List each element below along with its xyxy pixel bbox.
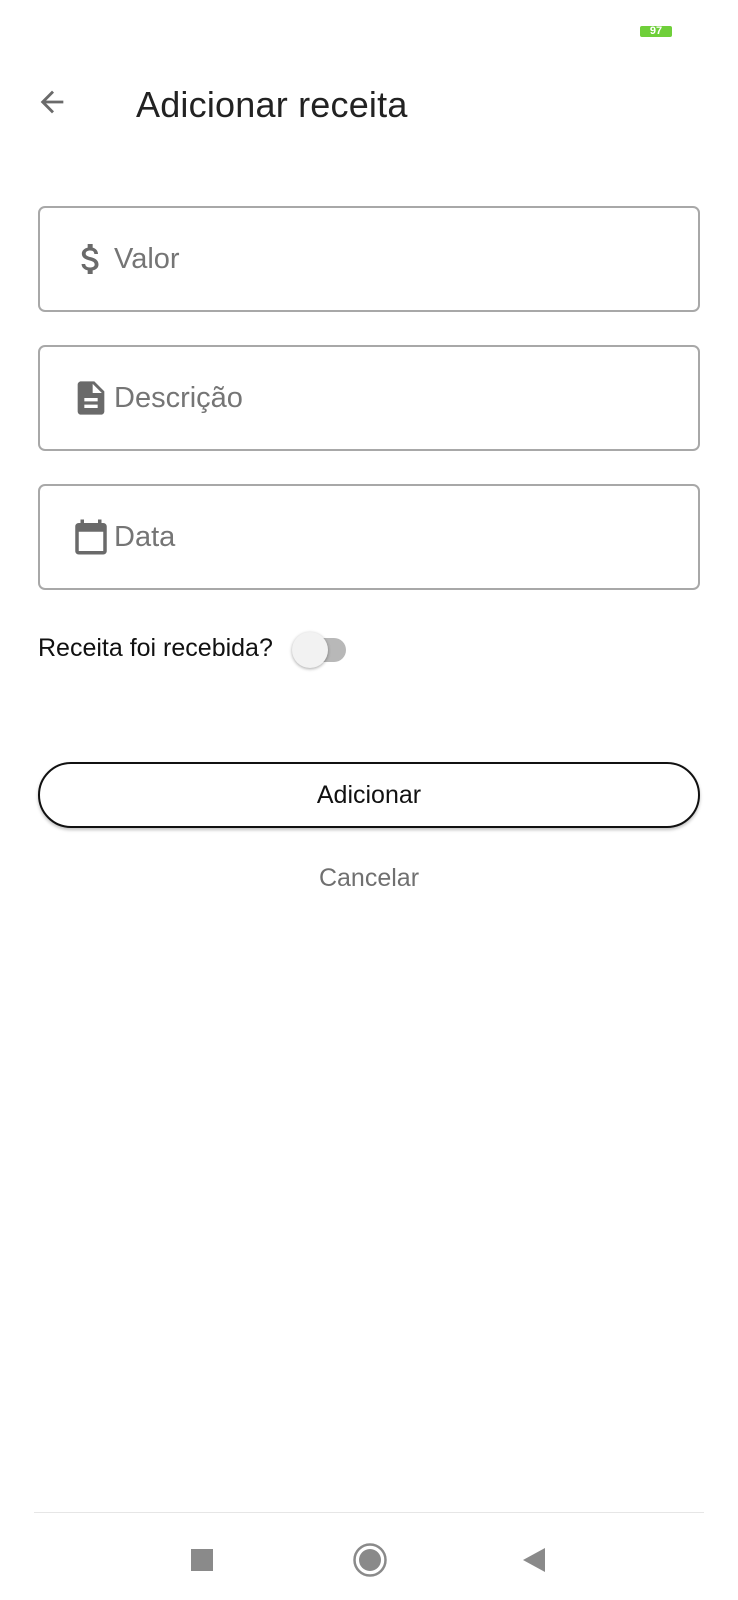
nav-divider <box>34 1512 704 1513</box>
circle-icon <box>353 1543 387 1577</box>
system-back-button[interactable] <box>508 1536 560 1584</box>
descricao-input[interactable] <box>114 381 674 415</box>
triangle-back-icon <box>523 1548 545 1572</box>
toggle-thumb <box>292 632 328 668</box>
valor-field[interactable] <box>38 206 700 312</box>
valor-input[interactable] <box>114 242 674 276</box>
square-icon <box>191 1549 213 1571</box>
document-icon <box>70 376 112 420</box>
dollar-sign-icon <box>70 237 112 281</box>
add-button[interactable]: Adicionar <box>38 762 700 828</box>
arrow-left-icon <box>40 90 64 114</box>
page-title: Adicionar receita <box>136 84 408 125</box>
back-button[interactable] <box>30 80 74 124</box>
received-toggle-label: Receita foi recebida? <box>38 634 273 662</box>
data-field[interactable] <box>38 484 700 590</box>
battery-level: 97 <box>649 25 663 37</box>
received-toggle[interactable] <box>292 630 354 670</box>
data-input[interactable] <box>114 520 674 554</box>
home-button[interactable] <box>344 1536 396 1584</box>
recents-button[interactable] <box>176 1536 228 1584</box>
descricao-field[interactable] <box>38 345 700 451</box>
add-income-screen: 97 Adicionar receita Valor Descrição Dat… <box>0 0 738 1600</box>
battery-indicator: 97 <box>640 26 672 37</box>
calendar-icon <box>70 515 112 559</box>
cancel-button[interactable]: Cancelar <box>0 864 738 893</box>
